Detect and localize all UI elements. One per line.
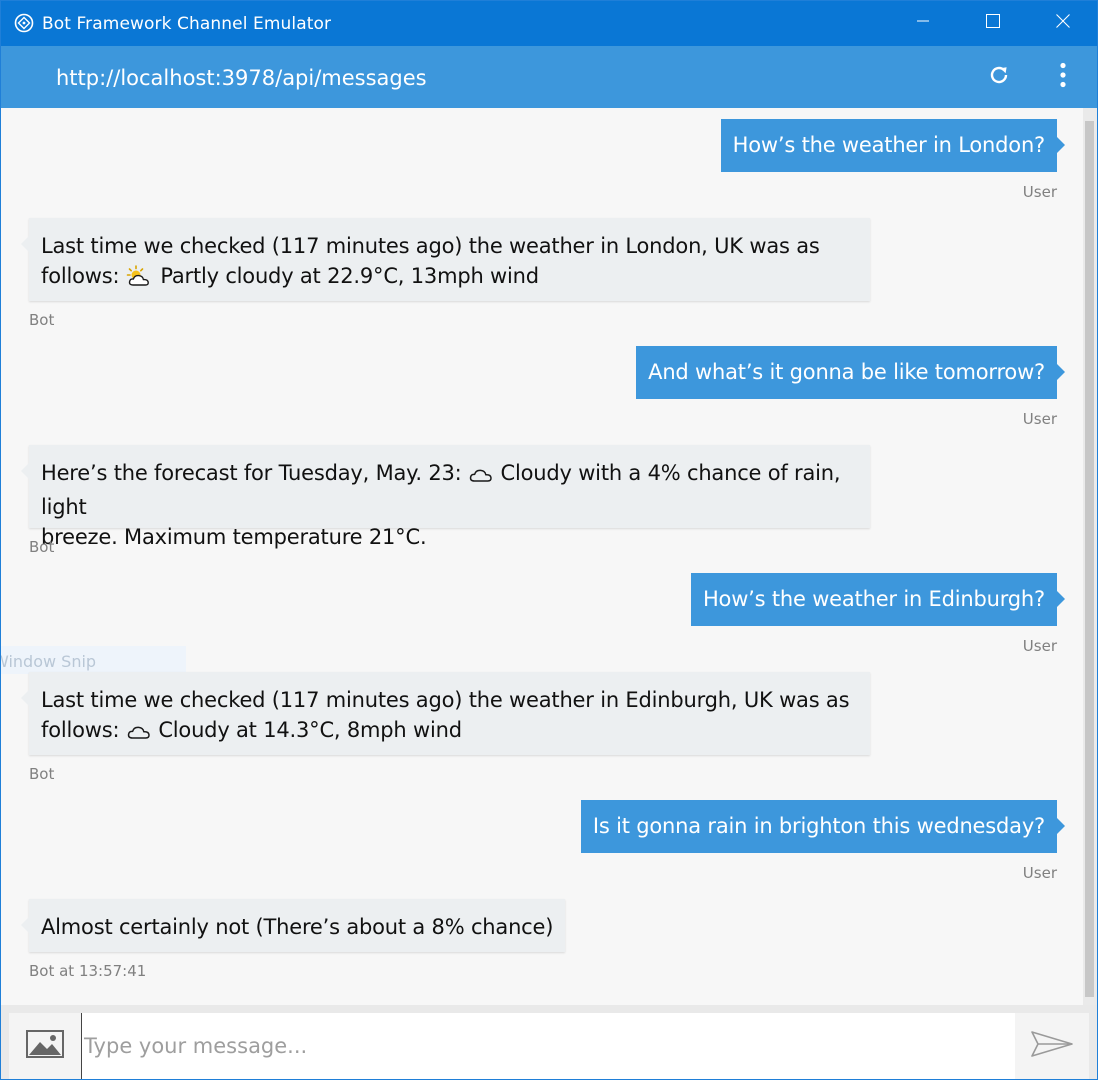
sender-label: Bot at 13:57:41 xyxy=(29,962,147,980)
message-line: breeze. Maximum temperature 21°C. xyxy=(41,525,427,549)
bot-message[interactable]: Almost certainly not (There’s about a 8%… xyxy=(20,899,566,952)
sender-label: User xyxy=(1022,410,1057,428)
window-title: Bot Framework Channel Emulator xyxy=(42,14,332,34)
user-message[interactable]: Is it gonna rain in brighton this wednes… xyxy=(580,800,1066,853)
scrollbar-thumb[interactable] xyxy=(1085,121,1094,997)
message-text: Is it gonna rain in brighton this wednes… xyxy=(592,814,1045,838)
bot-framework-logo-icon xyxy=(14,13,34,33)
message-text: Almost certainly not (There’s about a 8%… xyxy=(41,915,554,939)
partly-cloudy-icon xyxy=(126,265,154,295)
emulator-window: Bot Framework Channel Emulator http://lo… xyxy=(0,0,1098,1080)
message-text: follows: xyxy=(41,264,120,288)
cloud-icon xyxy=(126,719,152,749)
message-line: Here’s the forecast for Tuesday, May. 23… xyxy=(41,458,858,522)
sender-label: User xyxy=(1022,183,1057,201)
bot-message[interactable]: Last time we checked (117 minutes ago) t… xyxy=(21,672,870,755)
bot-message[interactable]: Here’s the forecast for Tuesday, May. 23… xyxy=(21,445,870,549)
more-vertical-icon xyxy=(1059,62,1067,93)
message-text: How’s the weather in Edinburgh? xyxy=(702,587,1045,611)
send-icon xyxy=(1030,1030,1074,1063)
endpoint-url[interactable]: http://localhost:3978/api/messages xyxy=(56,66,427,90)
message-text: Here’s the forecast for Tuesday, May. 23… xyxy=(41,461,462,485)
send-button[interactable] xyxy=(1015,1013,1089,1079)
message-text: And what’s it gonna be like tomorrow? xyxy=(648,360,1045,384)
close-button[interactable] xyxy=(1028,1,1097,46)
overlay-text: Window Snip xyxy=(1,652,97,671)
maximize-button[interactable] xyxy=(958,1,1028,46)
user-message[interactable]: And what’s it gonna be like tomorrow? xyxy=(636,346,1065,399)
message-line: Last time we checked (117 minutes ago) t… xyxy=(41,234,820,258)
image-icon xyxy=(26,1029,64,1063)
message-text: Cloudy at 14.3°C, 8mph wind xyxy=(158,718,462,742)
minimize-icon xyxy=(916,14,930,33)
sender-label: Bot xyxy=(29,538,55,556)
attach-image-button[interactable] xyxy=(9,1013,81,1079)
message-line: follows: Cloudy at 14.3°C, 8mph wind xyxy=(41,715,858,749)
refresh-icon xyxy=(988,64,1010,91)
message-text: follows: xyxy=(41,718,120,742)
more-options-button[interactable] xyxy=(1047,61,1079,93)
refresh-button[interactable] xyxy=(983,61,1015,93)
message-input[interactable] xyxy=(81,1013,1015,1079)
user-message[interactable]: How’s the weather in Edinburgh? xyxy=(690,573,1066,626)
title-bar[interactable]: Bot Framework Channel Emulator xyxy=(1,1,1097,46)
user-message[interactable]: How’s the weather in London? xyxy=(720,119,1066,172)
message-line: follows: Partly cloudy at 22.9°C, 13mph … xyxy=(41,261,858,295)
message-text: How’s the weather in London? xyxy=(732,133,1046,157)
maximize-icon xyxy=(986,14,1000,33)
sender-label: Bot xyxy=(29,765,55,783)
compose-bar xyxy=(1,1005,1097,1079)
message-text: Partly cloudy at 22.9°C, 13mph wind xyxy=(160,264,539,288)
minimize-button[interactable] xyxy=(888,1,958,46)
sender-label: Bot xyxy=(29,311,55,329)
window-snip-overlay: Window Snip xyxy=(1,646,186,674)
bot-message[interactable]: Last time we checked (117 minutes ago) t… xyxy=(21,218,870,301)
sender-label: User xyxy=(1022,637,1057,655)
close-icon xyxy=(1056,14,1070,33)
endpoint-bar: http://localhost:3978/api/messages xyxy=(1,46,1097,108)
message-line: Last time we checked (117 minutes ago) t… xyxy=(41,688,850,712)
cloud-icon xyxy=(468,462,494,492)
sender-label: User xyxy=(1022,864,1057,882)
